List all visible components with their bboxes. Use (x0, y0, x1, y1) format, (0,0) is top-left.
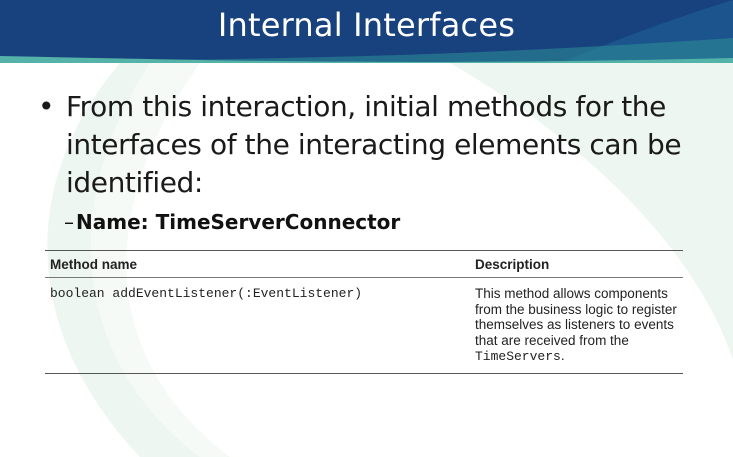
method-table: Method name Description boolean addEvent… (45, 250, 683, 374)
description-text: This method allows components from the b… (475, 286, 677, 348)
header-method-name: Method name (45, 250, 470, 278)
sub-bullet: – Name: TimeServerConnector (64, 210, 400, 234)
description-end: . (560, 348, 565, 363)
slide-content: • From this interaction, initial methods… (0, 0, 733, 457)
description-code: TimeServers (475, 349, 561, 364)
main-bullet: • From this interaction, initial methods… (38, 88, 718, 202)
bullet-text: From this interaction, initial methods f… (66, 90, 682, 199)
method-signature: boolean addEventListener(:EventListener) (45, 277, 470, 374)
method-description: This method allows components from the b… (470, 277, 683, 374)
sub-bullet-text: Name: TimeServerConnector (76, 210, 401, 234)
table-header-row: Method name Description (45, 250, 683, 278)
bullet-marker: • (38, 90, 55, 123)
sub-bullet-dash: – (64, 210, 74, 234)
header-description: Description (470, 250, 683, 278)
table-row: boolean addEventListener(:EventListener)… (45, 277, 683, 374)
